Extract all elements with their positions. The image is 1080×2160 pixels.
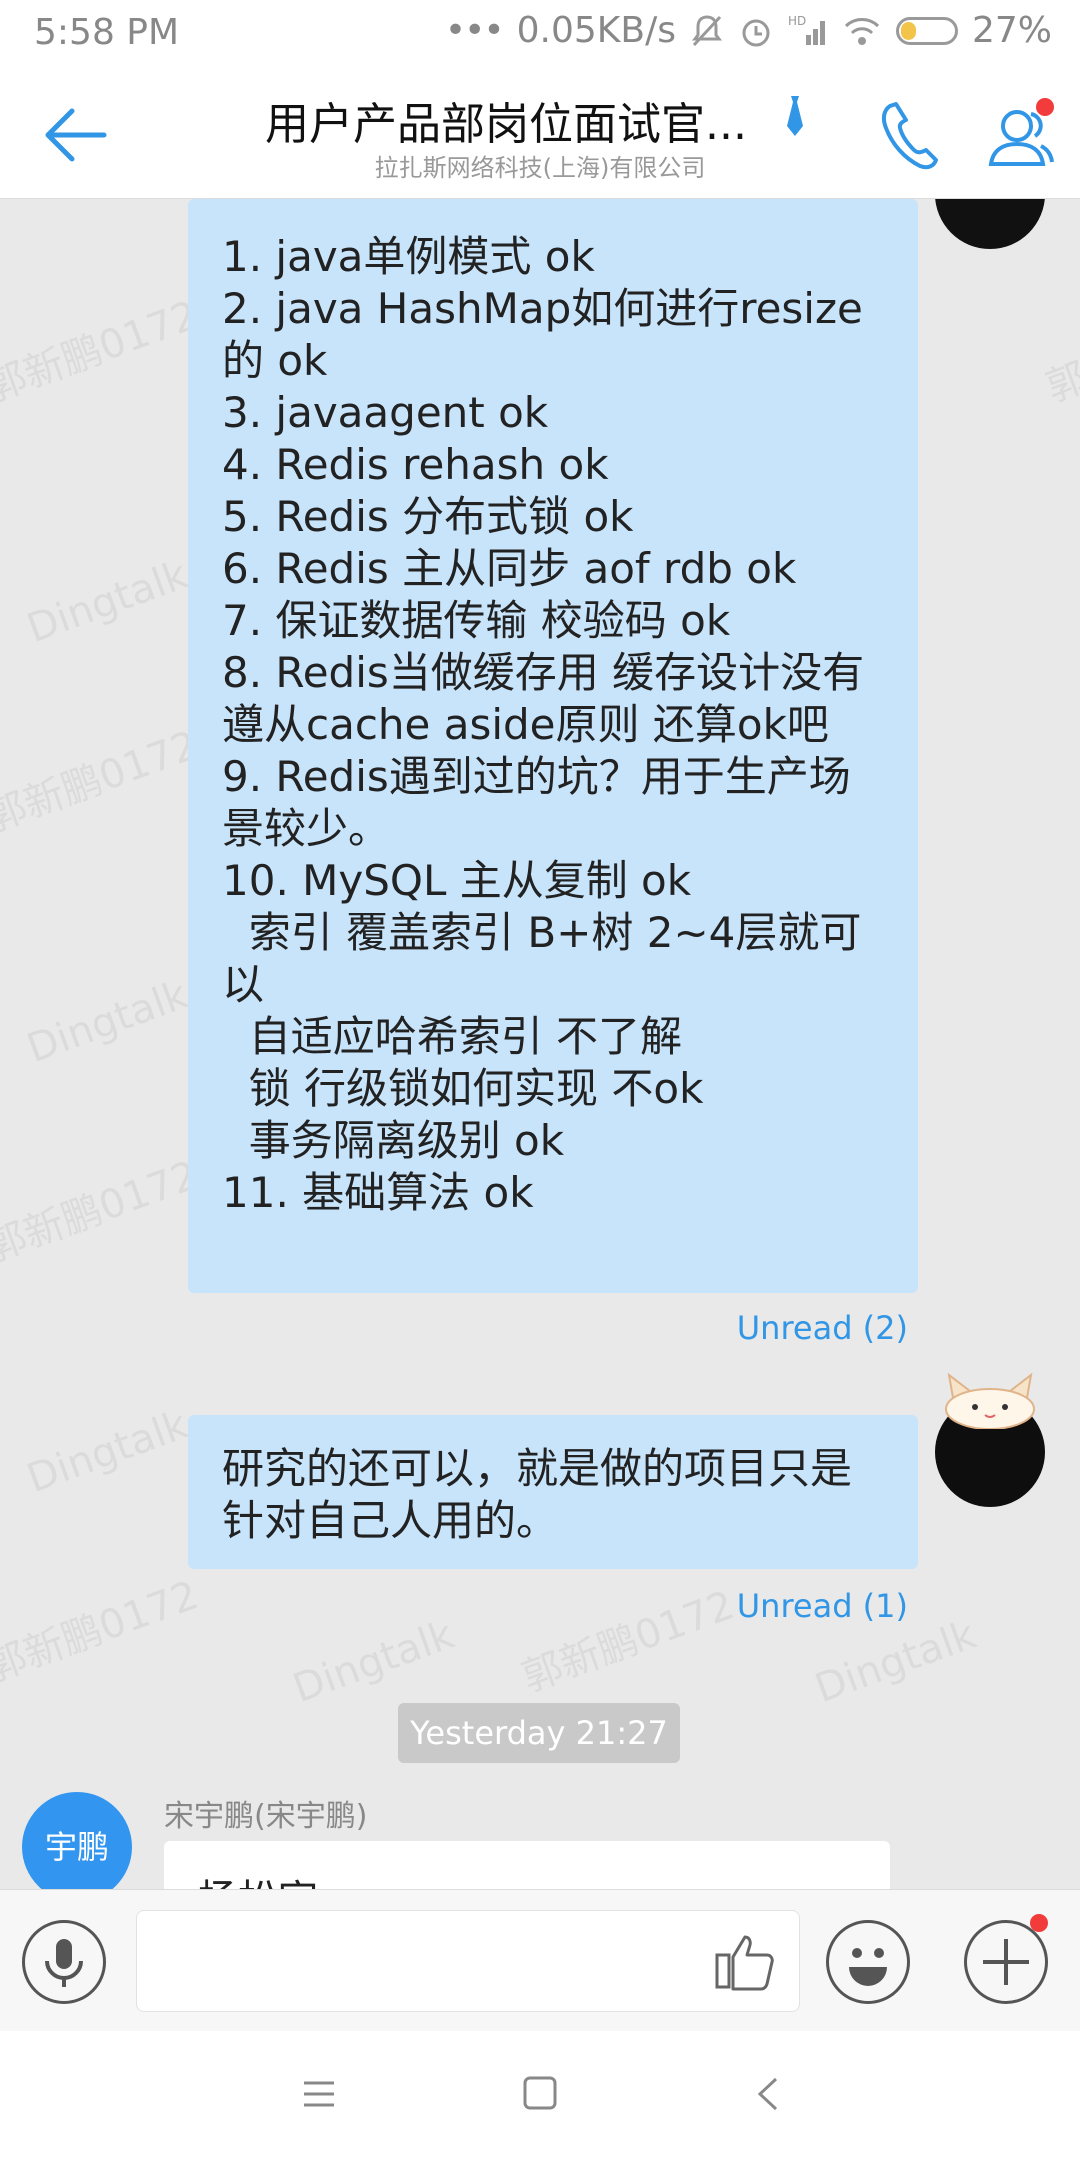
watermark: Dingtalk — [21, 1401, 194, 1503]
message-line: 事务隔离级别 ok — [222, 1116, 565, 1165]
watermark: 郭新鹏0172 — [0, 1152, 205, 1272]
message-bubble[interactable]: 杨松宇 — [164, 1841, 890, 1889]
message-bubble[interactable]: 1. java单例模式 ok 2. java HashMap如何进行resize的… — [188, 199, 918, 1293]
status-time: 5:58 PM — [34, 12, 180, 53]
chat-area[interactable]: 郭新鹏0172 郭新鹏0172 Dingtalk 郭新鹏0172 Dingtal… — [0, 199, 1080, 1889]
watermark: 郭新鹏0172 — [516, 1582, 741, 1702]
watermark: 郭新鹏0172 — [0, 722, 205, 842]
net-speed: 0.05KB/s — [516, 10, 676, 51]
watermark: Dingtalk — [21, 551, 194, 653]
chat-header: 用户产品部岗位面试官... 拉扎斯网络科技(上海)有限公司 — [0, 70, 1080, 199]
message-line: 8. Redis当做缓存用 缓存设计没有遵从cache aside原则 还算ok… — [222, 648, 865, 749]
plus-icon — [983, 1939, 1029, 1985]
more-button[interactable] — [964, 1920, 1048, 2004]
message-line: 5. Redis 分布式锁 ok — [222, 492, 634, 541]
message-line: 索引 覆盖索引 B+树 2~4层就可以 — [222, 908, 862, 1009]
message-line: 2. java HashMap如何进行resize的 ok — [222, 284, 863, 385]
notification-dot — [1030, 1914, 1048, 1932]
menu-icon[interactable] — [300, 2077, 338, 2111]
message-bubble[interactable]: 研究的还可以，就是做的项目只是针对自己人用的。 — [188, 1415, 918, 1569]
tie-icon — [787, 96, 803, 136]
wifi-icon — [844, 17, 880, 45]
sender-name: 宋宇鹏(宋宇鹏) — [164, 1799, 368, 1834]
message-line: 4. Redis rehash ok — [222, 440, 609, 489]
message-text: 杨松宇 — [198, 1877, 318, 1889]
watermark: Dingtalk — [21, 971, 194, 1073]
phone-icon[interactable] — [876, 100, 940, 172]
watermark: 郭新鹏0172 — [0, 292, 205, 412]
message-input[interactable] — [136, 1910, 800, 2012]
mute-bell-icon — [691, 14, 722, 46]
message-line: 7. 保证数据传输 校验码 ok — [222, 596, 731, 645]
status-bar: 5:58 PM ••• 0.05KB/s HD 27% — [0, 0, 1080, 70]
voice-button[interactable] — [22, 1920, 106, 2004]
svg-text:HD: HD — [788, 14, 806, 28]
chat-title[interactable]: 用户产品部岗位面试官... — [265, 88, 747, 152]
alarm-icon — [742, 19, 770, 46]
notification-dot — [1036, 98, 1054, 116]
hd-signal-icon: HD — [788, 14, 825, 45]
battery-percent: 27% — [971, 10, 1052, 51]
watermark: 郭新鹏0172 — [1040, 292, 1080, 412]
input-bar — [0, 1889, 1080, 2032]
avatar[interactable] — [935, 1372, 1045, 1507]
message-line: 9. Redis遇到过的坑？用于生产场景较少。 — [222, 752, 851, 853]
status-icons: ••• 0.05KB/s HD 27% — [445, 10, 1052, 51]
message-line: 1. java单例模式 ok — [222, 232, 595, 281]
message-line: 自适应哈希索引 不了解 — [222, 1012, 683, 1061]
microphone-icon — [45, 1939, 83, 1987]
watermark: 郭新鹏0172 — [0, 1572, 205, 1692]
message-line: 6. Redis 主从同步 aof rdb ok — [222, 544, 797, 593]
message-line: 10. MySQL 主从复制 ok — [222, 856, 692, 905]
smiley-icon — [849, 1948, 887, 1986]
unread-count[interactable]: Unread (1) — [737, 1587, 908, 1625]
avatar[interactable] — [935, 199, 1045, 249]
thumbs-up-icon[interactable] — [713, 1929, 779, 1993]
watermark: Dingtalk — [809, 1611, 982, 1713]
message-line: 锁 行级锁如何实现 不ok — [222, 1064, 704, 1113]
message-line: 3. javaagent ok — [222, 388, 549, 437]
avatar[interactable]: 宇鹏 — [22, 1792, 132, 1889]
system-nav-bar — [0, 2031, 1080, 2160]
emoji-button[interactable] — [826, 1920, 910, 2004]
more-dots-icon: ••• — [444, 10, 505, 51]
message-line: 11. 基础算法 ok — [222, 1168, 534, 1217]
home-icon[interactable] — [522, 2075, 558, 2111]
back-icon[interactable] — [754, 2075, 782, 2113]
watermark: Dingtalk — [287, 1611, 460, 1713]
timestamp-chip: Yesterday 21:27 — [398, 1703, 680, 1763]
unread-count[interactable]: Unread (2) — [737, 1309, 908, 1347]
battery-icon — [895, 16, 958, 45]
message-text: 研究的还可以，就是做的项目只是针对自己人用的。 — [222, 1444, 853, 1545]
cat-ears-icon — [945, 1372, 1035, 1429]
